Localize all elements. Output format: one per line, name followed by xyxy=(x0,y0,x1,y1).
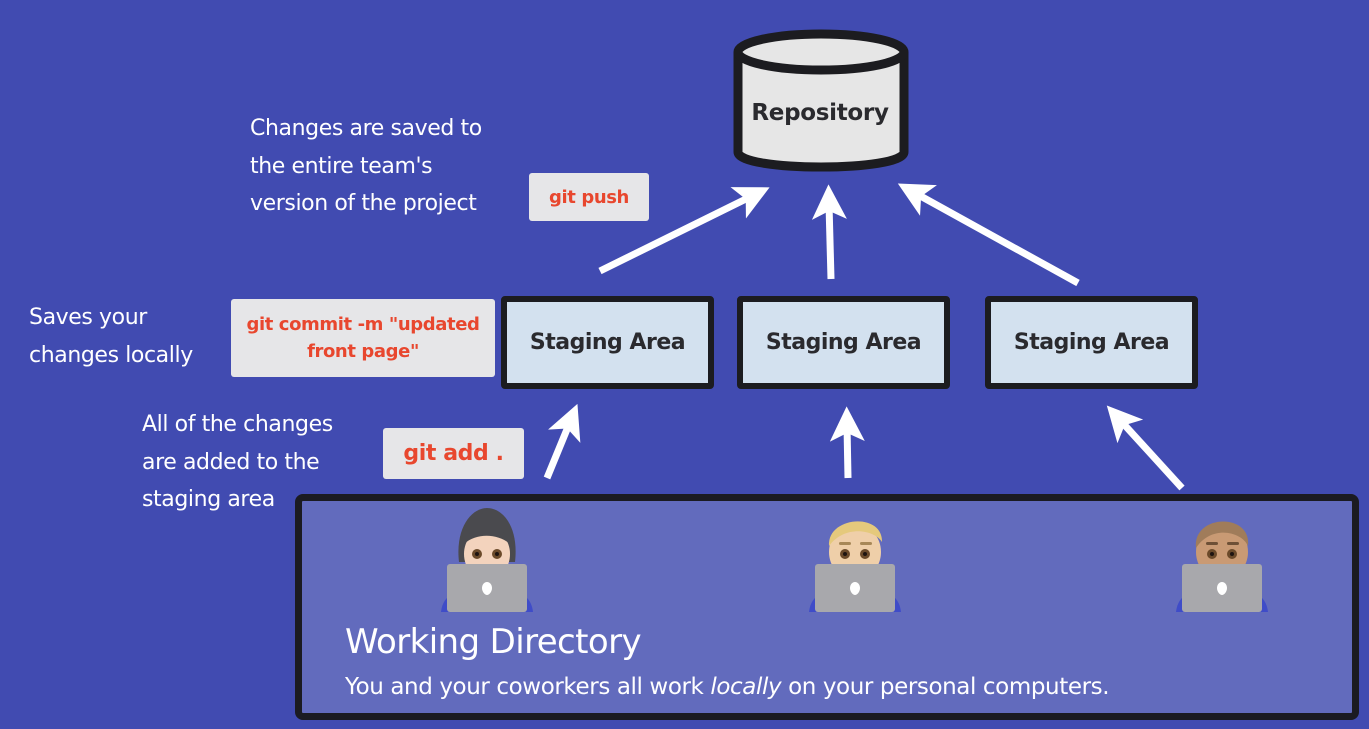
subtitle-emphasis: locally xyxy=(710,674,782,700)
push-description-line: version of the project xyxy=(250,191,477,216)
arrow-dev3-to-staging3 xyxy=(1106,405,1185,491)
staging-area-box: Staging Area xyxy=(737,296,950,389)
staging-area-box: Staging Area xyxy=(501,296,714,389)
arrow-dev1-to-staging1 xyxy=(543,403,581,480)
arrow-staging3-to-repo xyxy=(897,183,1080,287)
subtitle-text: on your personal computers. xyxy=(781,674,1110,700)
push-description: Changes are saved to the entire team's v… xyxy=(250,110,482,223)
git-commit-command-line: front page" xyxy=(307,341,419,362)
woman-technologist-icon xyxy=(441,508,533,612)
arrow-dev2-to-staging2 xyxy=(829,406,865,479)
git-push-command: git push xyxy=(529,173,649,221)
git-commit-command-line: git commit -m "updated xyxy=(246,314,480,335)
commit-description-line: changes locally xyxy=(29,342,193,368)
git-add-command: git add . xyxy=(383,428,524,479)
staging-area-box: Staging Area xyxy=(985,296,1198,389)
working-directory-subtitle: You and your coworkers all work locally … xyxy=(345,674,1110,700)
repository-label: Repository xyxy=(751,100,889,126)
arrow-staging2-to-repo xyxy=(811,184,847,280)
push-description-line: the entire team's xyxy=(250,153,433,179)
working-directory-title: Working Directory xyxy=(345,622,642,662)
commit-description: Saves your changes locally xyxy=(29,299,193,374)
push-description-line: Changes are saved to xyxy=(250,116,482,141)
commit-description-line: Saves your xyxy=(29,305,147,330)
technologist-icon xyxy=(1176,521,1268,612)
git-commit-command: git commit -m "updated front page" xyxy=(231,299,495,377)
subtitle-text: You and your coworkers all work xyxy=(345,674,711,700)
add-description-line: All of the changes xyxy=(142,412,333,437)
man-technologist-icon xyxy=(809,521,901,612)
add-description-line: are added to the xyxy=(142,449,320,475)
